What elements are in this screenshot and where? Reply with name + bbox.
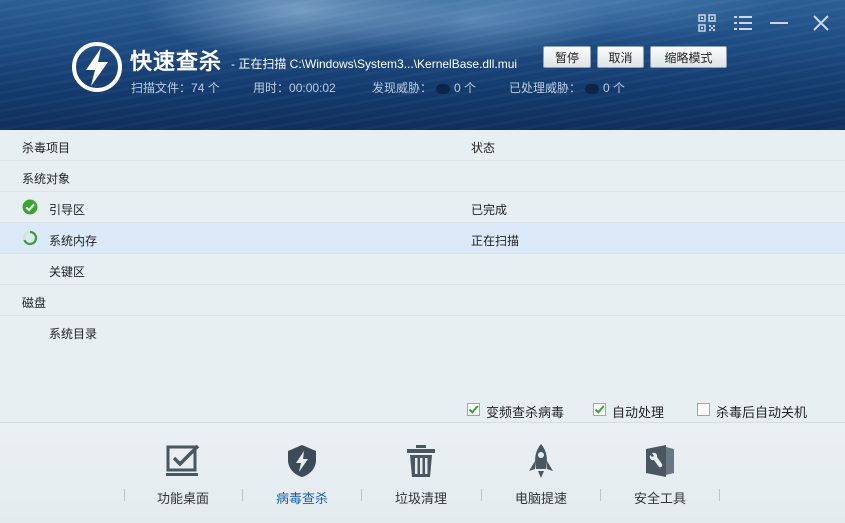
option-label: 杀毒后自动关机: [716, 405, 808, 420]
row-status: 正在扫描: [471, 234, 520, 248]
files-value: 74 个: [191, 81, 220, 95]
list-item-system-directory[interactable]: 系统目录: [0, 316, 845, 347]
scan-items-list: 杀毒项目 状态 系统对象 引导区 已完成 系统内存 正在扫描 关键区 磁盘 系统…: [0, 130, 845, 420]
list-item-system-memory[interactable]: 系统内存 正在扫描: [0, 223, 845, 254]
rocket-icon: [529, 444, 553, 478]
check-icon: [22, 199, 38, 215]
option-label: 自动处理: [612, 405, 665, 420]
row-label: 关键区: [49, 265, 86, 279]
header-banner: 快速查杀 - 正在扫描 C:\Windows\System3...\Kernel…: [0, 0, 845, 130]
list-item-group-disk[interactable]: 磁盘: [0, 285, 845, 316]
checkbox-checked[interactable]: [593, 403, 606, 416]
row-label: 系统目录: [49, 327, 98, 341]
threats-found-stat: 发现威胁： 0 个: [372, 79, 476, 96]
handled-label: 已处理威胁：: [509, 81, 582, 95]
time-value: 00:00:02: [289, 81, 336, 95]
option-label: 变频查杀病毒: [486, 405, 565, 420]
column-header-item: 杀毒项目: [22, 141, 71, 155]
files-scanned-stat: 扫描文件：74 个: [131, 79, 220, 96]
spinner-icon: [22, 230, 38, 246]
nav-item-speed-up[interactable]: 电脑提速: [481, 423, 601, 523]
row-label: 系统内存: [49, 234, 98, 248]
nav-item-security-tools[interactable]: 安全工具: [600, 423, 720, 523]
checkbox-checked[interactable]: [467, 403, 480, 416]
shield-bolt-icon: [288, 445, 316, 477]
handled-value: 0 个: [603, 81, 626, 95]
nav-label: 电脑提速: [514, 491, 567, 506]
toolbox-icon: [646, 445, 674, 477]
bottom-nav: 功能桌面 病毒查杀 垃圾清理 电脑提速 安全工具: [0, 422, 845, 523]
handled-dot-icon: [585, 83, 600, 94]
qr-code-icon[interactable]: [698, 14, 716, 32]
time-label: 用时：: [253, 81, 290, 95]
nav-label: 功能桌面: [156, 491, 209, 506]
threats-handled-stat: 已处理威胁： 0 个: [509, 79, 625, 96]
row-label: 引导区: [49, 203, 86, 217]
pause-button[interactable]: 暂停: [543, 46, 591, 68]
nav-label: 病毒查杀: [275, 491, 328, 506]
list-item-boot-sector[interactable]: 引导区 已完成: [0, 192, 845, 223]
list-item-group-system-objects[interactable]: 系统对象: [0, 161, 845, 192]
row-status: 已完成: [471, 203, 508, 217]
threats-value: 0 个: [454, 81, 477, 95]
column-header-status: 状态: [471, 141, 496, 155]
close-icon[interactable]: [812, 14, 830, 32]
files-label: 扫描文件：: [131, 81, 192, 95]
checkbox-unchecked[interactable]: [697, 403, 710, 416]
elapsed-time-stat: 用时：00:00:02: [253, 79, 336, 96]
nav-item-function-desktop[interactable]: 功能桌面: [123, 423, 243, 523]
nav-label: 垃圾清理: [394, 491, 447, 506]
minimize-icon[interactable]: [770, 14, 788, 32]
compact-mode-button[interactable]: 缩略模式: [650, 46, 727, 68]
check-mark-icon: [594, 405, 605, 414]
list-header-row: 杀毒项目 状态: [0, 130, 845, 161]
threats-label: 发现威胁：: [372, 81, 433, 95]
trash-icon: [407, 445, 435, 477]
menu-icon[interactable]: [734, 14, 752, 32]
threat-dot-icon: [436, 83, 451, 94]
row-label: 磁盘: [22, 296, 47, 310]
nav-item-virus-scan[interactable]: 病毒查杀: [242, 423, 362, 523]
list-item-key-area[interactable]: 关键区: [0, 254, 845, 285]
check-mark-icon: [468, 405, 479, 414]
desktop-check-icon: [166, 444, 200, 476]
page-title: 快速查杀: [130, 49, 223, 74]
lightning-shield-logo-icon: [72, 42, 122, 92]
nav-item-junk-cleanup[interactable]: 垃圾清理: [361, 423, 481, 523]
scan-status-text: - 正在扫描 C:\Windows\System3...\KernelBase.…: [231, 57, 518, 71]
cancel-button[interactable]: 取消: [597, 46, 644, 68]
nav-label: 安全工具: [633, 491, 686, 506]
row-label: 系统对象: [22, 172, 71, 186]
